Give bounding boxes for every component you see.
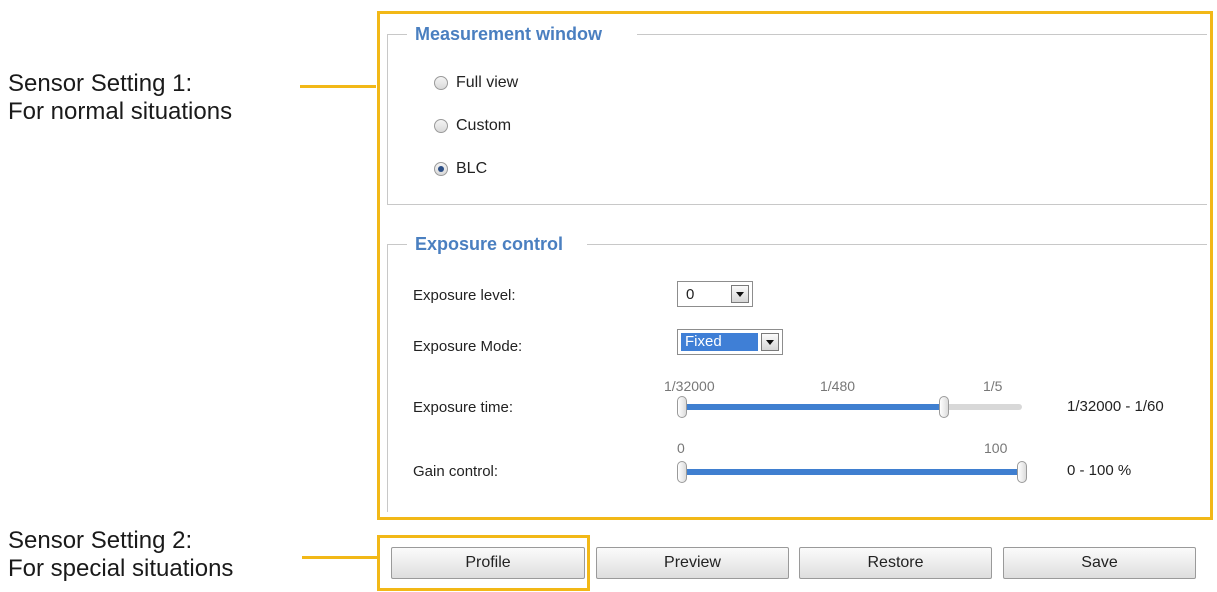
annotation-setting2-desc: For special situations bbox=[8, 555, 234, 582]
save-button[interactable]: Save bbox=[1003, 547, 1196, 579]
radio-button-selected[interactable] bbox=[434, 162, 448, 176]
annotation-setting1-title: Sensor Setting 1: bbox=[8, 70, 193, 97]
gain-range: 0 - 100 % bbox=[1067, 462, 1132, 479]
gain-handle-low[interactable] bbox=[677, 461, 687, 483]
fieldset-border bbox=[587, 244, 1207, 245]
gain-tick-max: 100 bbox=[984, 440, 1008, 456]
annotation-connector-1 bbox=[300, 85, 376, 88]
fieldset-border bbox=[387, 244, 407, 245]
profile-button[interactable]: Profile bbox=[391, 547, 585, 579]
radio-label: Full view bbox=[456, 74, 519, 91]
preview-button[interactable]: Preview bbox=[596, 547, 789, 579]
exposure-time-range: 1/32000 - 1/60 bbox=[1067, 398, 1164, 415]
radio-button[interactable] bbox=[434, 119, 448, 133]
exposure-control-title: Exposure control bbox=[415, 234, 572, 255]
annotation-sensor-setting-2: Sensor Setting 2: For special situations bbox=[8, 527, 233, 583]
exposure-time-slider-fill bbox=[682, 404, 944, 410]
chevron-down-icon[interactable] bbox=[761, 333, 779, 351]
radio-custom[interactable]: Custom bbox=[434, 117, 511, 135]
exposure-mode-value: Fixed bbox=[681, 333, 758, 351]
gain-control-label: Gain control: bbox=[413, 463, 499, 480]
radio-blc[interactable]: BLC bbox=[434, 160, 487, 178]
exposure-level-select[interactable]: 0 bbox=[677, 281, 753, 307]
radio-full-view[interactable]: Full view bbox=[434, 74, 518, 92]
gain-slider-fill bbox=[682, 469, 1022, 475]
exposure-time-label: Exposure time: bbox=[413, 399, 514, 416]
fieldset-border bbox=[637, 34, 1207, 35]
exposure-time-tick-max: 1/5 bbox=[983, 378, 1003, 394]
annotation-setting2-title: Sensor Setting 2: bbox=[8, 527, 193, 554]
exposure-mode-select[interactable]: Fixed bbox=[677, 329, 783, 355]
annotation-connector-2 bbox=[302, 556, 378, 559]
exposure-level-label: Exposure level: bbox=[413, 287, 516, 304]
chevron-down-icon[interactable] bbox=[731, 285, 749, 303]
fieldset-border bbox=[387, 34, 388, 204]
exposure-time-handle-high[interactable] bbox=[938, 396, 949, 418]
measurement-window-title: Measurement window bbox=[415, 24, 611, 45]
annotation-setting1-desc: For normal situations bbox=[8, 98, 233, 125]
restore-button[interactable]: Restore bbox=[799, 547, 992, 579]
exposure-time-tick-min: 1/32000 bbox=[664, 378, 715, 394]
settings-panel: Measurement window Full view Custom BLC … bbox=[387, 22, 1213, 512]
radio-button[interactable] bbox=[434, 76, 448, 90]
fieldset-border bbox=[387, 34, 407, 35]
exposure-time-handle-low[interactable] bbox=[677, 396, 687, 418]
fieldset-border bbox=[387, 204, 1207, 205]
radio-label: Custom bbox=[456, 117, 512, 134]
radio-label: BLC bbox=[456, 160, 488, 177]
annotation-sensor-setting-1: Sensor Setting 1: For normal situations bbox=[8, 70, 232, 126]
exposure-level-value: 0 bbox=[686, 285, 695, 303]
exposure-time-tick-mid: 1/480 bbox=[820, 378, 856, 394]
gain-tick-min: 0 bbox=[677, 440, 685, 456]
exposure-mode-label: Exposure Mode: bbox=[413, 338, 523, 355]
fieldset-border bbox=[387, 244, 388, 512]
gain-handle-high[interactable] bbox=[1017, 461, 1027, 483]
